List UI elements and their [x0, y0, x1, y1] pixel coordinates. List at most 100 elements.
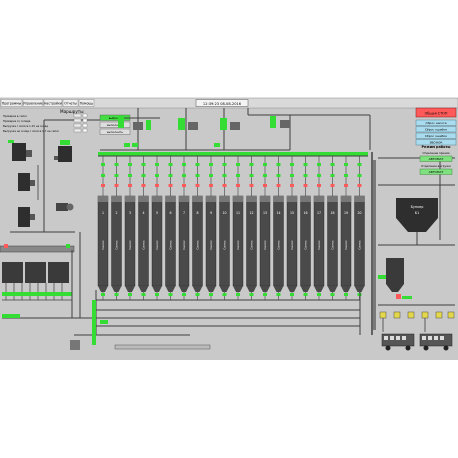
silo-outlet-valve[interactable]: [209, 293, 213, 296]
panel-button-2[interactable]: Сброс ошибок: [415, 132, 457, 139]
route-checkbox[interactable]: [82, 118, 88, 123]
silo-inlet-valve[interactable]: [263, 163, 267, 166]
silo-outlet-valve[interactable]: [290, 293, 294, 296]
silo-outlet-valve[interactable]: [168, 293, 173, 296]
silo-gate[interactable]: [195, 174, 200, 177]
emergency-stop-label: Общая СТОП: [425, 112, 448, 116]
silo-outlet-valve[interactable]: [276, 293, 281, 296]
silo-gate[interactable]: [249, 174, 254, 177]
silo-inlet-valve[interactable]: [195, 163, 200, 166]
route-input[interactable]: [73, 118, 82, 123]
silo-gate[interactable]: [222, 174, 227, 177]
silo-inlet-valve[interactable]: [236, 163, 240, 166]
lower-elevator: [92, 300, 96, 345]
silo-number: 12: [249, 211, 253, 215]
silo-outlet-valve[interactable]: [155, 293, 159, 296]
menu-item-1[interactable]: Управление: [22, 99, 44, 107]
silo-level-sensor: [249, 184, 254, 187]
silo-number: 19: [344, 211, 348, 215]
silo-gate[interactable]: [330, 174, 335, 177]
route-input[interactable]: [73, 128, 82, 133]
silo-gate[interactable]: [209, 174, 213, 177]
silo-gate[interactable]: [357, 174, 362, 177]
route-button-label: выполнить: [107, 130, 123, 134]
silo-gate[interactable]: [317, 174, 321, 177]
silo-outlet-valve[interactable]: [330, 293, 335, 296]
menu-item-0[interactable]: Программы: [0, 99, 23, 107]
route-button-2[interactable]: выполнить: [99, 128, 131, 135]
silo-outlet-valve[interactable]: [222, 293, 227, 296]
silo-inlet-valve[interactable]: [101, 163, 105, 166]
silo-gate[interactable]: [114, 174, 119, 177]
silo-outlet-valve[interactable]: [101, 293, 105, 296]
menu-item-3[interactable]: Отчеты: [62, 99, 79, 107]
silo-outlet-valve[interactable]: [249, 293, 254, 296]
route-input[interactable]: [73, 123, 82, 128]
silo-outlet-valve[interactable]: [303, 293, 308, 296]
silo-number: 2: [115, 211, 117, 215]
silo-inlet-valve[interactable]: [290, 163, 294, 166]
route-checkbox[interactable]: [82, 113, 88, 118]
silo-inlet-valve[interactable]: [114, 163, 119, 166]
silo-gate[interactable]: [128, 174, 132, 177]
silo-outlet-valve[interactable]: [344, 293, 348, 296]
silo-outlet-valve[interactable]: [141, 293, 146, 296]
silo-number: 18: [330, 211, 334, 215]
panel-button-0[interactable]: Сброс насоса: [415, 119, 457, 126]
silo-gate[interactable]: [141, 174, 146, 177]
silo-inlet-valve[interactable]: [209, 163, 213, 166]
silo-level-sensor: [276, 184, 281, 187]
route-checkbox[interactable]: [82, 123, 88, 128]
silo-label: Силос: [101, 240, 105, 250]
silo-label: Силос: [236, 240, 240, 250]
silo-label: Силос: [290, 240, 294, 250]
silo-level-sensor: [141, 184, 146, 187]
silo-number: 6: [169, 211, 171, 215]
silo-outlet-valve[interactable]: [195, 293, 200, 296]
silo-gate[interactable]: [276, 174, 281, 177]
silo-inlet-valve[interactable]: [303, 163, 308, 166]
mode-title: Режим работы: [422, 145, 451, 149]
silo-inlet-valve[interactable]: [182, 163, 186, 166]
silo-inlet-valve[interactable]: [276, 163, 281, 166]
silo-gate[interactable]: [303, 174, 308, 177]
silo-gate[interactable]: [182, 174, 186, 177]
route-button-1[interactable]: выполнить: [99, 121, 131, 128]
silo-gate[interactable]: [155, 174, 159, 177]
silo-gate[interactable]: [236, 174, 240, 177]
silo-gate[interactable]: [168, 174, 173, 177]
route-checkbox[interactable]: [82, 128, 88, 133]
silo-outlet-valve[interactable]: [236, 293, 240, 296]
silo-gate[interactable]: [290, 174, 294, 177]
menu-item-2[interactable]: Настройки: [43, 99, 63, 107]
menu-item-label: Управление: [23, 102, 43, 106]
panel-button-1[interactable]: Сброс ошибок: [415, 126, 457, 133]
silo-outlet-valve[interactable]: [263, 293, 267, 296]
menu-item-label: Отчеты: [64, 102, 77, 106]
silo-gate[interactable]: [263, 174, 267, 177]
silo-outlet-valve[interactable]: [128, 293, 132, 296]
menu-item-4[interactable]: Помощь: [78, 99, 95, 107]
pit-hopper: [70, 340, 80, 350]
menu-item-label: Программы: [2, 102, 22, 106]
silo-inlet-valve[interactable]: [155, 163, 159, 166]
silo-inlet-valve[interactable]: [249, 163, 254, 166]
silo-inlet-valve[interactable]: [357, 163, 362, 166]
silo-outlet-valve[interactable]: [182, 293, 186, 296]
silo-inlet-valve[interactable]: [330, 163, 335, 166]
silo-inlet-valve[interactable]: [317, 163, 321, 166]
panel-button-label: Сброс ошибок: [425, 128, 448, 132]
silo-gate[interactable]: [344, 174, 348, 177]
silo-inlet-valve[interactable]: [141, 163, 146, 166]
silo-inlet-valve[interactable]: [128, 163, 132, 166]
silo-gate[interactable]: [101, 174, 105, 177]
silo-inlet-valve[interactable]: [222, 163, 227, 166]
silo-outlet-valve[interactable]: [114, 293, 119, 296]
silo-inlet-valve[interactable]: [168, 163, 173, 166]
intake-bin-1: [2, 262, 23, 283]
silo-outlet-valve[interactable]: [317, 293, 321, 296]
silo-number: 4: [142, 211, 144, 215]
silo-inlet-valve[interactable]: [344, 163, 348, 166]
route-input[interactable]: [73, 113, 82, 118]
bunker-label: Бункер: [411, 205, 424, 209]
